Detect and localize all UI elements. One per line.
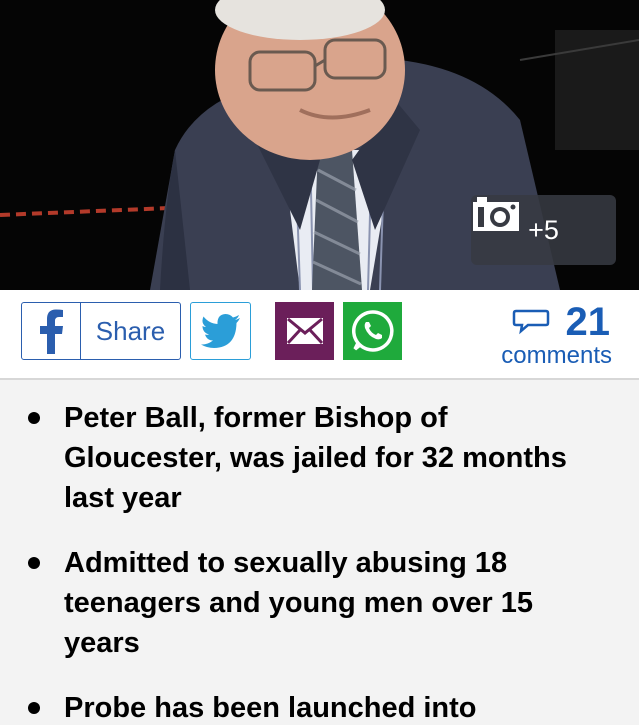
share-bar: Share 21 comments [0, 290, 639, 378]
summary-text: Admitted to sexually abusing 18 teenager… [64, 547, 533, 659]
whatsapp-share-button[interactable] [343, 302, 402, 360]
comments-label: comments [501, 342, 612, 369]
email-share-button[interactable] [275, 302, 334, 360]
article-summary: Peter Ball, former Bishop of Gloucester,… [0, 378, 639, 725]
twitter-icon [200, 314, 240, 348]
camera-icon [473, 197, 519, 231]
bullet-dot [28, 412, 40, 424]
mail-icon [286, 317, 323, 345]
facebook-share-button[interactable]: Share [21, 302, 181, 360]
whatsapp-icon [351, 310, 394, 352]
summary-bullet: Peter Ball, former Bishop of Gloucester,… [0, 398, 639, 518]
summary-bullet: Admitted to sexually abusing 18 teenager… [0, 543, 639, 663]
facebook-icon [22, 303, 81, 359]
comment-bubble-icon [512, 309, 550, 335]
gallery-count: +5 [528, 214, 559, 245]
article-hero-image[interactable]: +5 [0, 0, 639, 290]
bullet-dot [28, 702, 40, 714]
summary-text: Probe has been launched into [64, 692, 477, 724]
facebook-share-label: Share [95, 315, 166, 346]
bullet-dot [28, 557, 40, 569]
comment-count: 21 [565, 300, 611, 344]
photo-gallery-badge[interactable]: +5 [471, 195, 616, 265]
twitter-share-button[interactable] [190, 302, 251, 360]
summary-bullet: Probe has been launched into [0, 688, 639, 728]
summary-text: Peter Ball, former Bishop of Gloucester,… [64, 402, 567, 514]
comments-link[interactable]: 21 comments [480, 300, 620, 369]
summary-list: Peter Ball, former Bishop of Gloucester,… [0, 398, 639, 728]
